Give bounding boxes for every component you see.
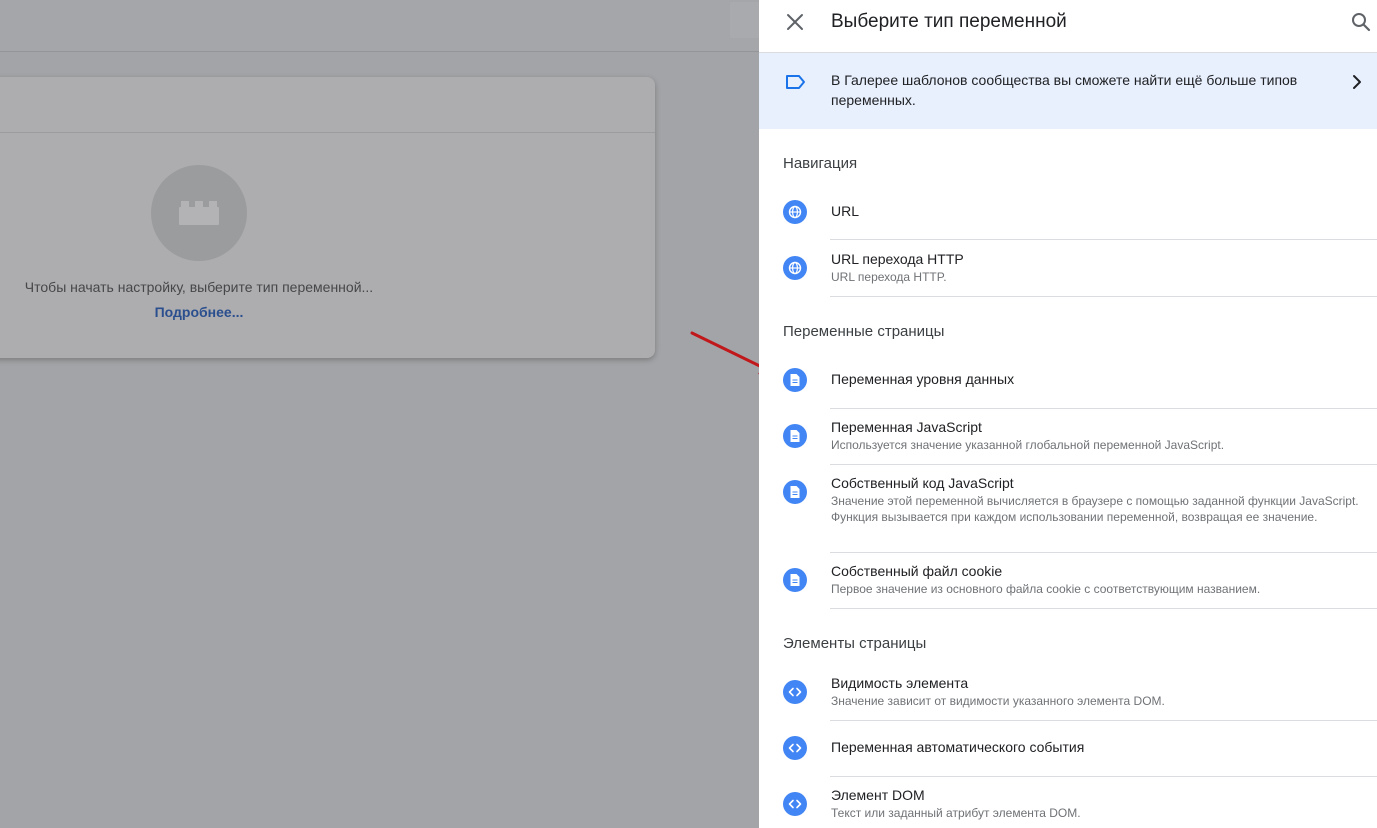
variable-type-auto-event[interactable]: Переменная автоматического события bbox=[759, 721, 1377, 777]
search-icon[interactable] bbox=[1349, 10, 1373, 34]
chevron-right-icon bbox=[1353, 75, 1361, 89]
background-toolbar bbox=[0, 0, 770, 52]
close-icon[interactable] bbox=[783, 10, 807, 34]
section-title-navigation: Навигация bbox=[783, 155, 858, 172]
divider bbox=[830, 608, 1377, 609]
community-gallery-banner[interactable]: В Галерее шаблонов сообщества вы сможете… bbox=[759, 52, 1377, 129]
tag-icon bbox=[786, 75, 805, 89]
item-title: Собственный код JavaScript bbox=[831, 475, 1014, 491]
variable-type-data-layer[interactable]: Переменная уровня данных bbox=[759, 356, 1377, 409]
section-title-page-elements: Элементы страницы bbox=[783, 635, 927, 652]
item-description: Текст или заданный атрибут элемента DOM. bbox=[831, 806, 1081, 820]
choose-variable-type-button[interactable] bbox=[151, 165, 247, 261]
variable-type-element-visibility[interactable]: Видимость элемента Значение зависит от в… bbox=[759, 665, 1377, 721]
document-icon bbox=[783, 424, 807, 448]
item-description: URL перехода HTTP. bbox=[831, 270, 947, 284]
item-title: Переменная JavaScript bbox=[831, 419, 982, 435]
variable-type-first-party-cookie[interactable]: Собственный файл cookie Первое значение … bbox=[759, 553, 1377, 609]
item-title: Собственный файл cookie bbox=[831, 563, 1003, 579]
variable-type-custom-javascript[interactable]: Собственный код JavaScript Значение этой… bbox=[759, 465, 1377, 553]
code-brackets-icon bbox=[783, 736, 807, 760]
variable-type-http-referrer[interactable]: URL перехода HTTP URL перехода HTTP. bbox=[759, 240, 1377, 297]
gallery-banner-text: В Галерее шаблонов сообщества вы сможете… bbox=[831, 72, 1298, 108]
document-icon bbox=[783, 480, 807, 504]
item-description: Первое значение из основного файла cooki… bbox=[831, 582, 1261, 596]
item-description: Значение этой переменной вычисляется в б… bbox=[831, 494, 1359, 524]
section-title-page-variables: Переменные страницы bbox=[783, 323, 945, 340]
divider bbox=[830, 296, 1377, 297]
item-title: Видимость элемента bbox=[831, 675, 969, 691]
item-title: URL перехода HTTP bbox=[831, 251, 964, 267]
variable-type-url[interactable]: URL bbox=[759, 188, 1377, 240]
learn-more-link[interactable]: Подробнее... bbox=[0, 304, 408, 320]
item-title: URL bbox=[831, 203, 860, 219]
item-title: Элемент DOM bbox=[831, 787, 925, 803]
item-description: Значение зависит от видимости указанного… bbox=[831, 694, 1165, 708]
variable-type-panel: Выберите тип переменной В Галерее шаблон… bbox=[759, 0, 1377, 828]
item-title: Переменная уровня данных bbox=[831, 371, 1015, 387]
item-description: Используется значение указанной глобальн… bbox=[831, 438, 1225, 452]
code-brackets-icon bbox=[783, 792, 807, 816]
item-title: Переменная автоматического события bbox=[831, 739, 1085, 755]
variable-config-card: Чтобы начать настройку, выберите тип пер… bbox=[0, 77, 655, 358]
brick-icon bbox=[179, 201, 219, 225]
panel-header: Выберите тип переменной bbox=[759, 0, 1377, 52]
variable-type-dom-element[interactable]: Элемент DOM Текст или заданный атрибут э… bbox=[759, 777, 1377, 828]
globe-icon bbox=[783, 256, 807, 280]
variable-type-javascript[interactable]: Переменная JavaScript Используется значе… bbox=[759, 409, 1377, 465]
document-icon bbox=[783, 368, 807, 392]
globe-icon bbox=[783, 200, 807, 224]
card-hint-text: Чтобы начать настройку, выберите тип пер… bbox=[24, 279, 374, 295]
document-icon bbox=[783, 568, 807, 592]
code-brackets-icon bbox=[783, 680, 807, 704]
panel-title: Выберите тип переменной bbox=[831, 11, 1067, 32]
card-divider bbox=[0, 132, 655, 133]
